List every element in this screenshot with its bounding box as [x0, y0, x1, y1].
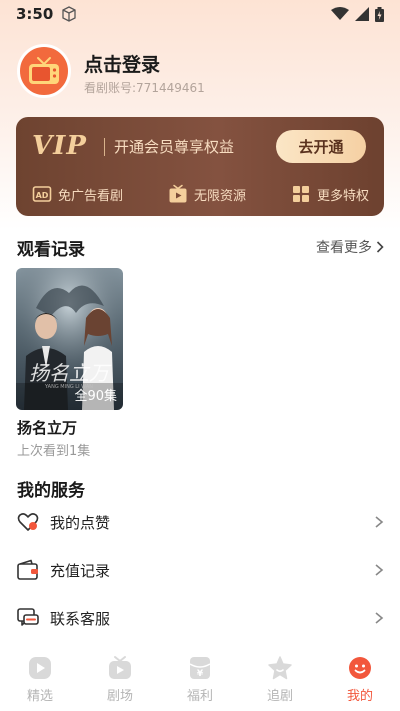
nav-label: 福利	[186, 689, 213, 704]
chat-icon	[17, 608, 39, 626]
history-title: 观看记录	[17, 240, 85, 260]
drama-poster[interactable]: 扬名立万 YANG MING LI WAN 全90集	[16, 268, 123, 410]
tv-icon	[109, 656, 131, 679]
nav-label: 追剧	[266, 689, 293, 704]
vip-feature-label: 无限资源	[194, 188, 247, 204]
service-label: 充值记录	[50, 561, 111, 580]
wifi-icon	[331, 7, 349, 20]
status-time: 3:50	[16, 5, 54, 23]
wallet-icon	[17, 559, 38, 580]
play-tv-icon	[169, 184, 187, 203]
battery-icon	[375, 6, 384, 22]
bottom-nav: 精选 剧场 ¥ 福利 追剧 我的	[0, 648, 400, 711]
login-link[interactable]: 点击登录	[84, 50, 160, 77]
drama-progress: 上次看到1集	[17, 444, 91, 459]
ad-icon: AD	[32, 186, 52, 202]
smiley-icon	[349, 657, 371, 679]
nav-item-featured[interactable]: 精选	[0, 648, 80, 711]
vip-logo: VIP	[32, 131, 87, 161]
chevron-right-icon	[376, 241, 384, 253]
services-title: 我的服务	[17, 481, 85, 501]
vip-feature-label: 免广告看剧	[58, 188, 124, 204]
status-icons	[331, 6, 384, 22]
avatar[interactable]	[17, 44, 71, 98]
heart-icon	[17, 513, 39, 531]
svg-text:扬名立万: 扬名立万	[29, 361, 112, 385]
vip-description: 开通会员尊享权益	[114, 138, 235, 156]
service-recharge-history[interactable]: 充值记录	[16, 555, 384, 585]
svg-text:¥: ¥	[197, 669, 204, 679]
view-more-label: 查看更多	[316, 240, 372, 256]
vip-feature-more[interactable]: 更多特权	[291, 184, 369, 204]
chevron-right-icon	[375, 612, 384, 624]
open-vip-button[interactable]: 去开通	[276, 130, 366, 163]
nav-label: 精选	[26, 689, 53, 704]
drama-title[interactable]: 扬名立万	[17, 417, 77, 438]
status-bar: 3:50	[0, 0, 400, 28]
svg-text:AD: AD	[36, 191, 49, 200]
tv-logo-icon	[29, 57, 59, 84]
gift-icon: ¥	[189, 657, 211, 679]
nav-item-theater[interactable]: 剧场	[80, 648, 160, 711]
nav-item-following[interactable]: 追剧	[240, 648, 320, 711]
chevron-right-icon	[375, 516, 384, 528]
vip-card[interactable]: VIP 开通会员尊享权益 去开通 AD 免广告看剧 无限资源 更多特权	[16, 117, 384, 216]
service-likes[interactable]: 我的点赞	[16, 507, 384, 537]
vip-feature-no-ads[interactable]: AD 免广告看剧	[32, 184, 123, 204]
nav-label: 剧场	[106, 689, 133, 704]
episode-count: 全90集	[74, 389, 117, 404]
service-label: 我的点赞	[50, 513, 111, 532]
account-id: 看剧账号:771449461	[84, 81, 205, 95]
package-icon	[62, 6, 76, 22]
grid-icon	[293, 186, 309, 202]
vip-feature-label: 更多特权	[317, 188, 370, 204]
nav-item-mine[interactable]: 我的	[320, 648, 400, 711]
view-more-link[interactable]: 查看更多	[316, 237, 384, 257]
vip-feature-unlimited[interactable]: 无限资源	[168, 184, 246, 204]
service-customer-support[interactable]: 联系客服	[16, 603, 384, 633]
nav-label: 我的	[346, 689, 373, 704]
vip-divider	[104, 138, 105, 156]
service-label: 联系客服	[50, 609, 111, 628]
nav-item-welfare[interactable]: ¥ 福利	[160, 648, 240, 711]
chevron-right-icon	[375, 564, 384, 576]
vip-features: AD 免广告看剧 无限资源 更多特权	[16, 179, 384, 209]
signal-icon	[355, 7, 369, 21]
play-circle-icon	[29, 657, 51, 679]
star-icon	[268, 656, 292, 680]
